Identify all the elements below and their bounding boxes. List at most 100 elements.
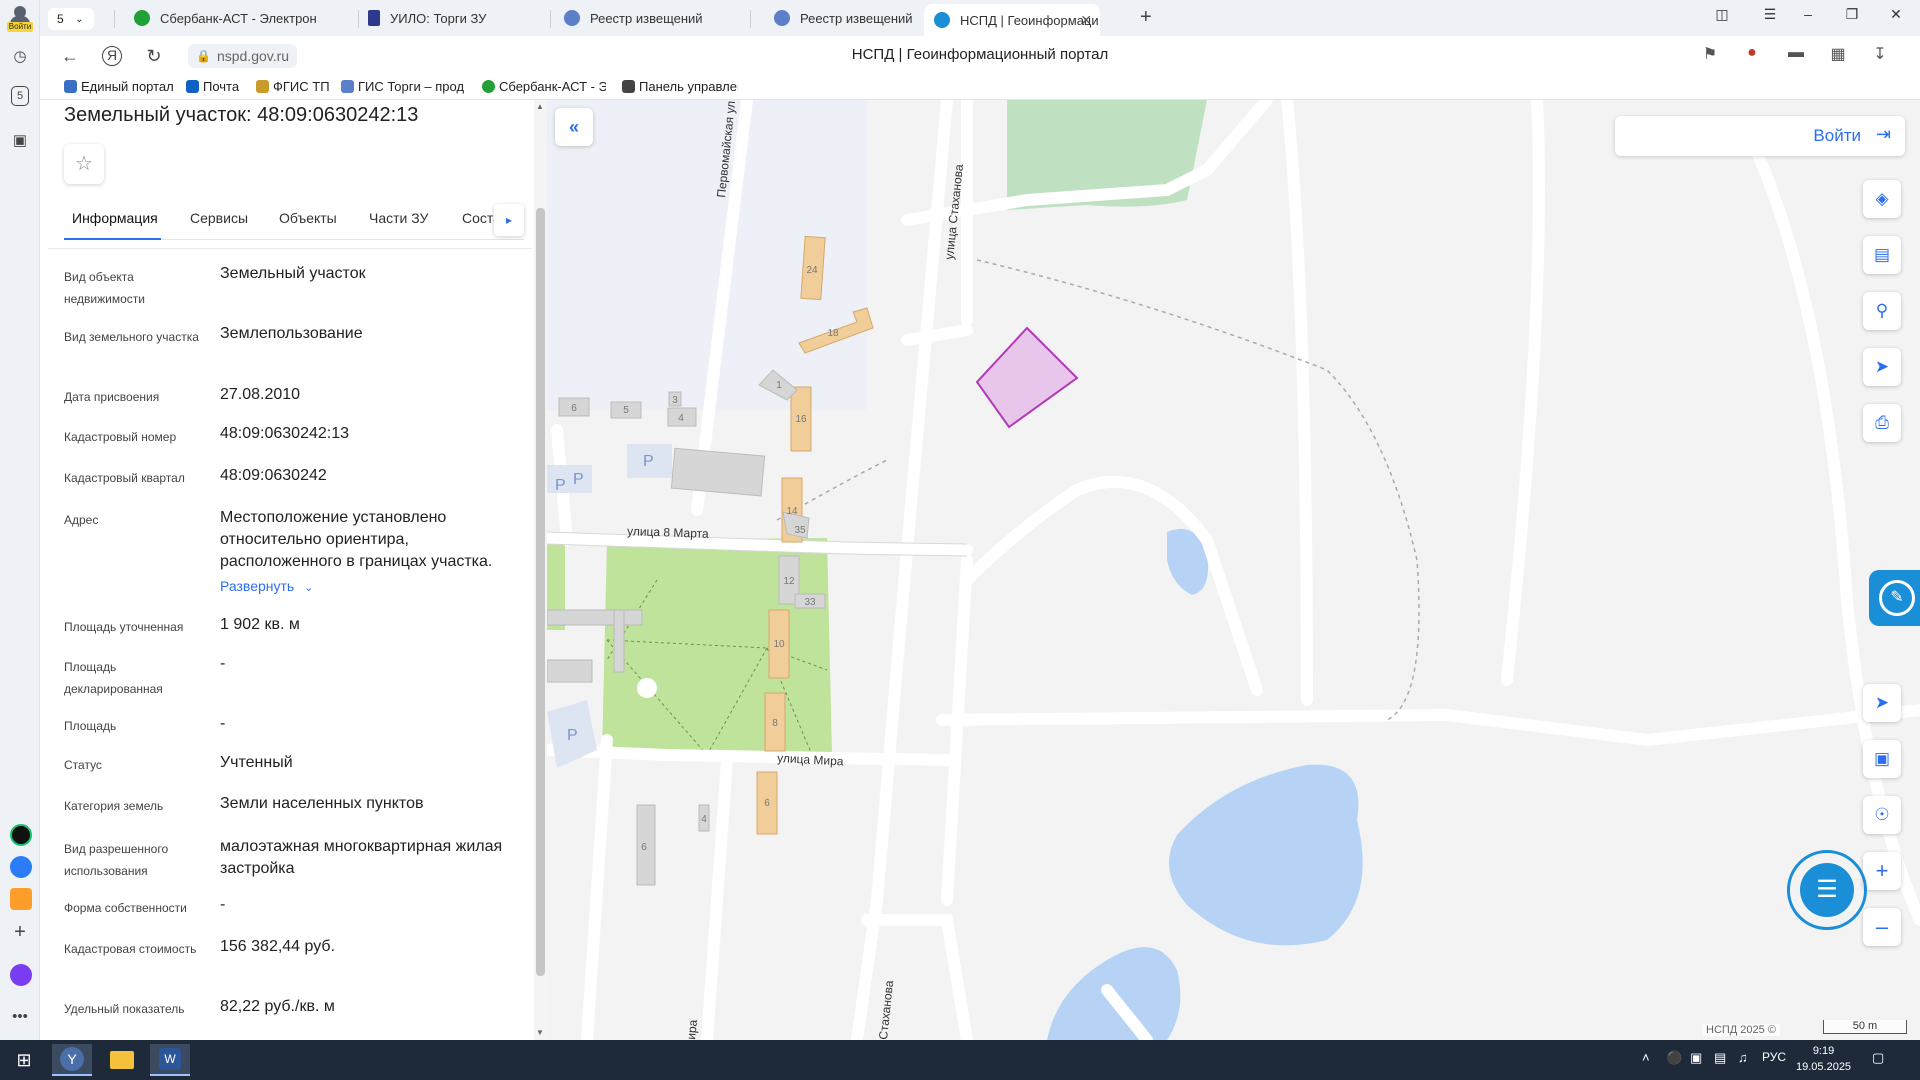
layers-button[interactable]: ◈ (1863, 180, 1901, 218)
messenger-app-icon[interactable] (10, 856, 32, 878)
scroll-down-icon[interactable]: ▼ (536, 1028, 544, 1037)
locate-button[interactable]: ➤ (1863, 684, 1901, 722)
value-area-refined: 1 902 кв. м (220, 616, 300, 633)
taskbar: ⊞ Y W ˄ ⚫ ▣ ▤ ♫ РУС 9:19 19.05.2025 ▢ (0, 1040, 1920, 1080)
profile-avatar[interactable]: Войти (5, 4, 35, 32)
alice-assistant-icon[interactable] (10, 964, 32, 986)
info-panel: Земельный участок: 48:09:0630242:13 ☆ Ин… (40, 100, 547, 1040)
bookmark-item[interactable]: Сбербанк-АСТ - Э (482, 79, 606, 94)
scroll-up-icon[interactable]: ▲ (536, 102, 544, 111)
map-scale: 50 m (1823, 1020, 1907, 1034)
bookmark-label: Почта (203, 79, 240, 94)
eagle-favicon-icon (774, 10, 790, 26)
word-icon[interactable]: W (150, 1044, 190, 1076)
chat-button[interactable]: ☰ (1787, 850, 1867, 930)
tab-services[interactable]: Сервисы (190, 210, 248, 226)
new-tab-button[interactable]: + (1140, 6, 1152, 29)
add-panel-icon[interactable]: + (8, 920, 32, 944)
login-button[interactable]: Войти ⇥ (1615, 116, 1905, 156)
label-ownership-form: Форма собственности (64, 901, 187, 915)
support-tab[interactable]: ✎ (1869, 570, 1920, 626)
street-label: Стаханова (876, 979, 896, 1040)
more-options-icon[interactable]: ••• (8, 1004, 32, 1028)
notifications-icon[interactable]: ▢ (1872, 1050, 1884, 1066)
zoom-out-button[interactable]: – (1863, 908, 1901, 946)
bookmark-item[interactable]: ГИС Торги – прод (341, 79, 464, 94)
area-search-button[interactable]: ⚲ (1863, 292, 1901, 330)
zoom-in-button[interactable]: + (1863, 852, 1901, 890)
extension-hat-icon[interactable]: ▬ (1784, 44, 1808, 68)
selected-parcel[interactable] (975, 326, 1079, 429)
yandex-browser-icon[interactable]: Y (52, 1044, 92, 1076)
history-icon[interactable]: ◷ (8, 44, 32, 68)
measure-button[interactable]: ▤ (1863, 236, 1901, 274)
bookmark-icon[interactable]: ⚑ (1698, 44, 1722, 68)
panel-scrollbar[interactable]: ▲ ▼ (534, 100, 547, 1040)
house-number: 1 (776, 380, 782, 391)
chevron-down-icon: ⌄ (75, 13, 84, 25)
collapse-panel-button[interactable]: « (555, 108, 593, 146)
close-tab-icon[interactable]: ✕ (1080, 12, 1092, 29)
bookmark-label: ГИС Торги – прод (358, 79, 465, 94)
tab-group-counter[interactable]: 5 ⌄ (48, 8, 94, 30)
tab-objects[interactable]: Объекты (279, 210, 337, 226)
tab-information[interactable]: Информация (72, 210, 158, 226)
nspd-favicon-icon (934, 12, 950, 28)
bookmark-item[interactable]: Почта (186, 79, 239, 94)
parking-label: P (555, 477, 566, 494)
bookmark-item[interactable]: Единый портал (64, 79, 174, 94)
tab-parts[interactable]: Части ЗУ (369, 210, 428, 226)
menu-icon[interactable]: ☰ (1758, 6, 1782, 23)
extensions-icon[interactable]: ▦ (1826, 44, 1850, 68)
chart-favicon-icon (368, 10, 380, 26)
scroll-thumb[interactable] (536, 208, 545, 976)
microphone-icon[interactable]: ⚫ (1666, 1050, 1682, 1066)
file-explorer-icon[interactable] (102, 1044, 142, 1076)
language-indicator[interactable]: РУС (1762, 1050, 1786, 1064)
volume-icon[interactable]: ♫ (1738, 1050, 1748, 1065)
house-number: 6 (641, 842, 647, 853)
value-land-type: Землепользование (220, 325, 363, 342)
map-canvas[interactable]: Первомайская ул. улица Стаханова улица 8… (547, 100, 1920, 1040)
download-icon[interactable]: ↧ (1868, 44, 1892, 68)
expand-address-link[interactable]: Развернуть ⌄ (220, 575, 340, 599)
value-area: - (220, 715, 226, 732)
bookmark-item[interactable]: Панель управлен (622, 79, 738, 94)
house-number: 4 (701, 814, 707, 825)
clock[interactable]: 9:19 19.05.2025 (1796, 1043, 1851, 1075)
label-cadastral-block: Кадастровый квартал (64, 471, 185, 485)
screenshot-icon[interactable]: ▣ (8, 128, 32, 152)
tab-uilo[interactable]: УИЛО: Торги ЗУ (328, 4, 538, 32)
label-permitted-use: Вид разрешенного использования (64, 842, 169, 878)
search-location-button[interactable]: ☉ (1863, 796, 1901, 834)
network-icon[interactable]: ▤ (1714, 1050, 1726, 1066)
label-land-category: Категория земель (64, 799, 164, 813)
app-shortcut-icon[interactable] (10, 824, 32, 846)
tray-chevron-icon[interactable]: ˄ (1642, 1050, 1650, 1065)
favorite-star-icon[interactable]: ☆ (64, 144, 104, 184)
tab-registry-2[interactable]: Реестр извещений (730, 4, 930, 32)
map-view[interactable]: Первомайская ул. улица Стаханова улица 8… (547, 100, 1920, 1040)
parcel-title: Земельный участок: 48:09:0630242:13 (64, 104, 419, 126)
mail-app-icon[interactable] (10, 888, 32, 910)
windows-start-icon[interactable]: ⊞ (4, 1044, 44, 1076)
label-specific-indicator: Удельный показатель (64, 1002, 185, 1016)
tab-counter-icon[interactable]: 5 (11, 86, 29, 106)
chevron-down-icon: ⌄ (304, 582, 314, 594)
tab-sberbank[interactable]: Сбербанк-АСТ - Электрон (124, 4, 354, 32)
close-window-icon[interactable]: ✕ (1884, 6, 1908, 23)
print-button[interactable]: ⎙ (1863, 404, 1901, 442)
tab-nspd[interactable]: НСПД | Геоинформаци ✕ (924, 4, 1100, 36)
tab-registry-1[interactable]: Реестр извещений (520, 4, 720, 32)
eagle-favicon-icon (341, 80, 354, 93)
tabs-scroll-right-icon[interactable]: ▸ (494, 204, 524, 236)
minimap-button[interactable]: ▣ (1863, 740, 1901, 778)
collections-icon[interactable]: ◫ (1710, 6, 1734, 23)
bookmark-item[interactable]: ФГИС ТП (256, 79, 330, 94)
share-button[interactable]: ➤ (1863, 348, 1901, 386)
monument-marker (637, 678, 657, 698)
extension-icon[interactable]: ● (1740, 44, 1764, 68)
minimize-icon[interactable]: – (1796, 6, 1820, 22)
screen-record-icon[interactable]: ▣ (1690, 1050, 1702, 1066)
restore-icon[interactable]: ❐ (1840, 6, 1864, 23)
